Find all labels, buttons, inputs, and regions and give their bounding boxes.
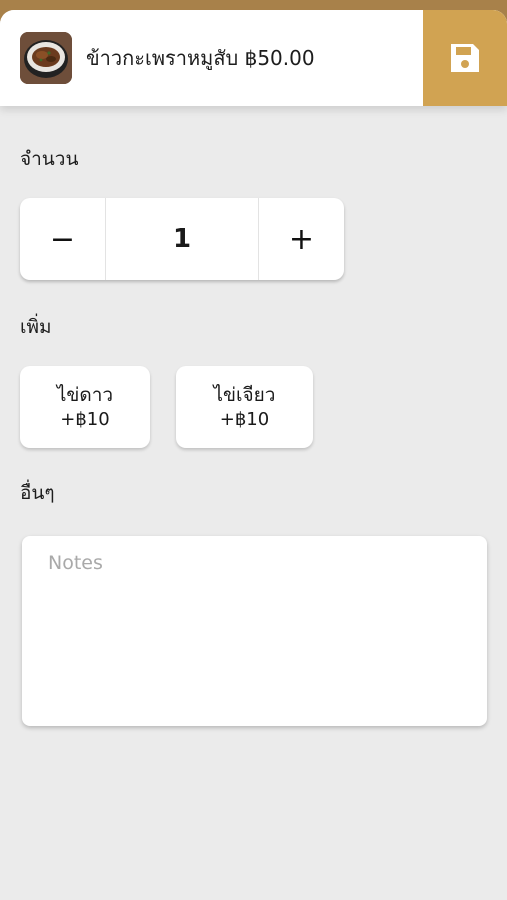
addon-price: +฿10 (219, 409, 270, 430)
addon-option-omelette[interactable]: ไข่เจียว +฿10 (176, 366, 313, 448)
floppy-disk-icon (451, 44, 479, 72)
addons-label: เพิ่ม (20, 316, 52, 338)
item-header: ข้าวกะเพราหมูสับ ฿50.00 (0, 10, 507, 106)
food-thumbnail (20, 32, 72, 84)
addon-price: +฿10 (60, 409, 110, 430)
addon-name: ไข่ดาว (56, 384, 114, 406)
item-title: ข้าวกะเพราหมูสับ ฿50.00 (86, 46, 315, 70)
increment-button[interactable]: + (259, 198, 344, 280)
order-item-sheet: ข้าวกะเพราหมูสับ ฿50.00 จำนวน − 1 + เพิ่… (0, 10, 507, 900)
decrement-button[interactable]: − (20, 198, 105, 280)
quantity-stepper: − 1 + (20, 198, 344, 280)
save-button[interactable] (423, 10, 507, 106)
addon-option-fried-egg[interactable]: ไข่ดาว +฿10 (20, 366, 150, 448)
quantity-label: จำนวน (20, 148, 79, 170)
other-label: อื่นๆ (20, 482, 55, 504)
addon-name: ไข่เจียว (213, 384, 276, 406)
quantity-value: 1 (105, 198, 259, 280)
notes-input[interactable] (22, 536, 487, 726)
